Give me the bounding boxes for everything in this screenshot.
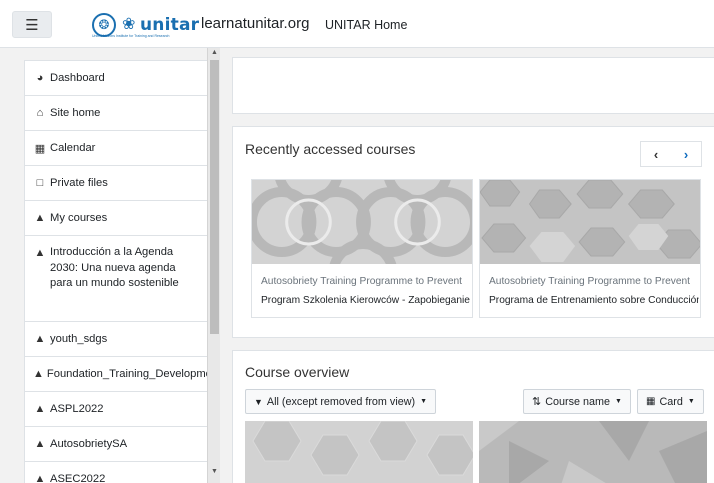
sidebar-item-course-foundation-training[interactable]: ▲ Foundation_Training_Development (25, 357, 207, 392)
chevron-left-icon[interactable]: ‹ (641, 142, 671, 166)
sidebar-item-site-home[interactable]: ⌂ Site home (25, 96, 207, 131)
course-overview-block: Course overview ▼ All (except removed fr… (232, 350, 714, 483)
course-image-octagons (480, 180, 700, 264)
course-name[interactable]: Programa de Entrenamiento sobre Conducci… (489, 295, 699, 306)
nav-drawer: ◕ Dashboard ⌂ Site home ▦ Calendar □ Pri… (24, 60, 207, 483)
sidebar-item-course-asec2022[interactable]: ▲ ASEC2022 (25, 462, 207, 483)
sidebar-item-label: My courses (50, 212, 108, 224)
unitar-emblem-icon: ❀ (122, 16, 136, 33)
filter-label: All (except removed from view) (266, 395, 416, 408)
chevron-down-icon: ▼ (615, 398, 622, 405)
course-image-geometric[interactable] (479, 421, 707, 483)
course-category: Autosobriety Training Programme to Preve… (261, 276, 463, 287)
chevron-right-icon[interactable]: › (671, 142, 701, 166)
sidebar-item-course-youth-sdgs[interactable]: ▲ youth_sdgs (25, 322, 207, 357)
scroll-up-icon[interactable]: ▲ (211, 49, 218, 56)
top-navbar: ☰ ❂ ❀ unitar United Nations Institute fo… (0, 0, 714, 48)
view-dropdown-button[interactable]: ▦ Card ▼ (637, 389, 704, 414)
sidebar-item-calendar[interactable]: ▦ Calendar (25, 131, 207, 166)
top-block (232, 57, 714, 114)
course-image-hexagons[interactable] (245, 421, 473, 483)
sidebar-item-label: Calendar (50, 142, 96, 154)
unitar-logo[interactable]: ❂ ❀ unitar United Nations Institute for … (92, 12, 199, 38)
sidebar-item-private-files[interactable]: □ Private files (25, 166, 207, 201)
scrollbar-thumb[interactable] (210, 60, 219, 334)
drawer-scrollbar[interactable]: ▲ ▼ (207, 48, 220, 483)
site-name-link[interactable]: learnatunitar.org (201, 15, 309, 32)
course-overview-title: Course overview (245, 364, 350, 380)
sidebar-item-course-autosobrietysa[interactable]: ▲ AutosobrietySA (25, 427, 207, 462)
sidebar-item-label: youth_sdgs (50, 333, 108, 345)
course-card[interactable]: Autosobriety Training Programme to Preve… (479, 179, 701, 318)
sidebar-item-label: Site home (50, 107, 101, 119)
graduation-cap-icon: ▲ (34, 473, 46, 483)
calendar-icon: ▦ (34, 143, 46, 155)
course-category: Autosobriety Training Programme to Preve… (489, 276, 691, 287)
sidebar-item-course-agenda2030[interactable]: ▲ Introducción a la Agenda 2030: Una nue… (25, 236, 207, 322)
sidebar-item-course-aspl2022[interactable]: ▲ ASPL2022 (25, 392, 207, 427)
sort-label: Course name (545, 395, 611, 408)
hamburger-icon: ☰ (25, 16, 39, 34)
course-image-circles (252, 180, 472, 309)
sidebar-item-label: ASEC2022 (50, 473, 106, 483)
sidebar-item-label: Private files (50, 177, 108, 189)
sidebar-item-my-courses[interactable]: ▲ My courses (25, 201, 207, 236)
filter-dropdown-button[interactable]: ▼ All (except removed from view) ▼ (245, 389, 437, 414)
menu-toggle-button[interactable]: ☰ (12, 11, 52, 38)
recent-courses-title: Recently accessed courses (245, 141, 416, 157)
sort-dropdown-button[interactable]: ⇅ Course name ▼ (523, 389, 631, 414)
dashboard-icon: ◕ (36, 72, 44, 84)
home-icon: ⌂ (36, 107, 44, 119)
scroll-down-icon[interactable]: ▼ (211, 468, 218, 475)
chevron-down-icon: ▼ (420, 398, 428, 405)
recent-courses-block: Recently accessed courses ‹ › Autosobrie… (232, 126, 714, 338)
file-icon: □ (36, 177, 44, 189)
sidebar-item-label: ASPL2022 (50, 403, 104, 415)
unitar-home-link[interactable]: UNITAR Home (325, 18, 407, 32)
sidebar-item-label: Dashboard (50, 72, 105, 84)
graduation-cap-icon: ▲ (34, 438, 46, 450)
graduation-cap-icon: ▲ (33, 368, 44, 380)
view-label: Card (659, 395, 683, 408)
graduation-cap-icon: ▲ (34, 212, 46, 224)
sidebar-item-label: Introducción a la Agenda 2030: Una nueva… (50, 246, 179, 289)
sidebar-item-label: AutosobrietySA (50, 438, 128, 450)
course-card[interactable]: Autosobriety Training Programme to Preve… (251, 179, 473, 318)
sidebar-item-label: Foundation_Training_Development (46, 368, 207, 380)
sidebar-item-dashboard[interactable]: ◕ Dashboard (25, 61, 207, 96)
sort-icon: ⇅ (532, 396, 542, 408)
grid-icon: ▦ (646, 396, 656, 407)
chevron-down-icon: ▼ (687, 398, 695, 405)
logo-text: unitar (140, 15, 200, 35)
graduation-cap-icon: ▲ (34, 333, 46, 345)
filter-icon: ▼ (254, 396, 263, 407)
graduation-cap-icon: ▲ (34, 403, 46, 415)
graduation-cap-icon: ▲ (34, 247, 46, 259)
carousel-nav: ‹ › (640, 141, 702, 167)
course-name[interactable]: Program Szkolenia Kierowców - Zapobiegan… (261, 295, 471, 306)
logo-subtitle: United Nations Institute for Training an… (92, 34, 170, 38)
